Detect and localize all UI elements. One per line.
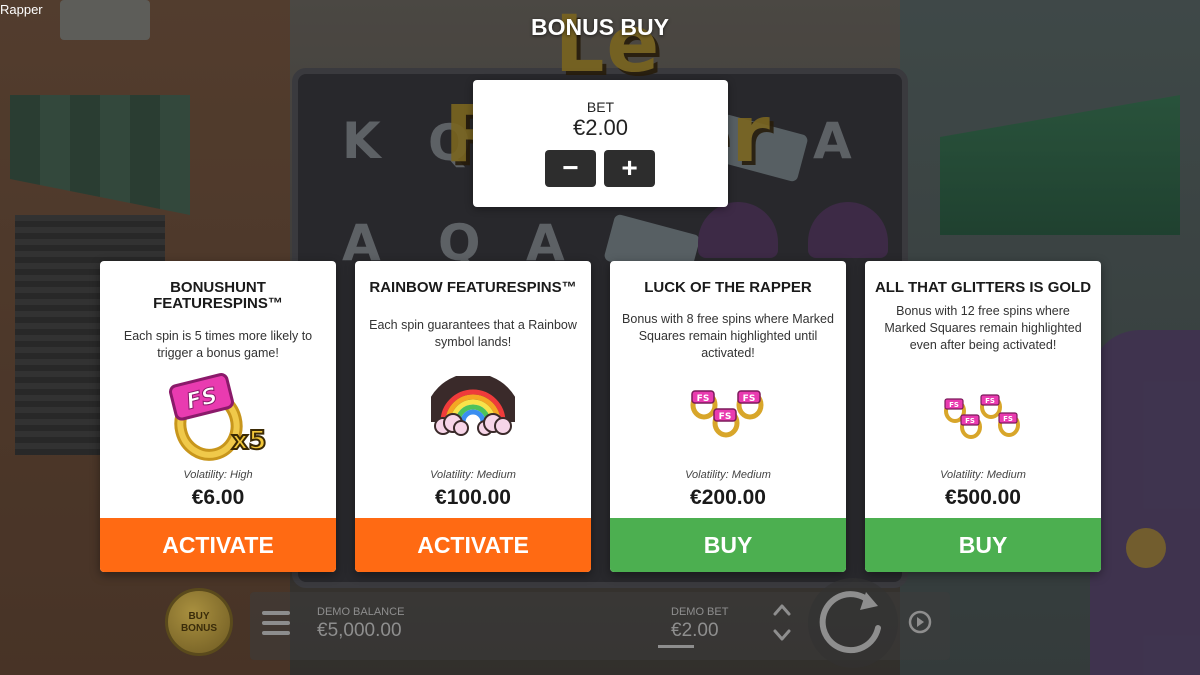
increase-bet-button[interactable]: + xyxy=(604,150,655,187)
bet-label: BET xyxy=(586,99,615,115)
activate-button[interactable]: ACTIVATE xyxy=(100,518,336,572)
balance-value: €5,000.00 xyxy=(317,620,402,641)
bet-up-arrow-icon[interactable] xyxy=(772,602,792,618)
demo-bet-value: €2.00 xyxy=(671,620,719,641)
buy-bonus-label: BUY xyxy=(188,611,210,622)
buy-bonus-label: BONUS xyxy=(180,623,218,634)
card-price: €500.00 xyxy=(945,486,1021,509)
rainbow-icon xyxy=(355,373,591,443)
balance-label: DEMO BALANCE xyxy=(317,606,405,618)
three-fs-rings-icon: FS FS FS xyxy=(610,381,846,445)
bet-panel: BET €2.00 − + xyxy=(473,80,728,207)
buy-button[interactable]: BUY xyxy=(865,518,1101,572)
decrease-bet-button[interactable]: − xyxy=(545,150,596,187)
four-fs-rings-icon: FS FS FS FS xyxy=(865,387,1101,447)
card-title: ALL THAT GLITTERS IS GOLD xyxy=(874,279,1092,296)
svg-text:FS: FS xyxy=(949,401,959,409)
card-description: Each spin guarantees that a Rainbow symb… xyxy=(369,318,577,349)
svg-text:FS: FS xyxy=(719,412,732,422)
svg-text:FS: FS xyxy=(985,397,995,405)
card-description: Each spin is 5 times more likely to trig… xyxy=(123,329,313,360)
menu-icon[interactable] xyxy=(262,611,290,635)
svg-text:FS: FS xyxy=(697,394,710,404)
demo-bet-label: DEMO BET xyxy=(671,606,729,618)
bet-underline xyxy=(658,645,694,648)
buy-bonus-button[interactable]: BUY BONUS xyxy=(165,588,233,656)
card-description: Bonus with 8 free spins where Marked Squ… xyxy=(622,312,834,360)
card-price: €6.00 xyxy=(191,486,245,509)
card-volatility: Volatility: Medium xyxy=(940,469,1026,481)
card-volatility: Volatility: Medium xyxy=(685,469,771,481)
fs-ring-icon: FS xyxy=(690,390,718,420)
spin-arrow-icon xyxy=(819,591,881,654)
multiplier-label: x5 xyxy=(232,426,267,456)
card-price: €100.00 xyxy=(435,486,511,509)
svg-text:FS: FS xyxy=(965,417,975,425)
autoplay-icon[interactable] xyxy=(907,609,933,635)
card-volatility: Volatility: High xyxy=(183,469,253,481)
svg-text:FS: FS xyxy=(743,394,756,404)
bonushunt-featurespins-card: BONUSHUNT FEATURESPINS™ Each spin is 5 t… xyxy=(100,261,336,572)
luck-of-the-rapper-card: LUCK OF THE RAPPER Bonus with 8 free spi… xyxy=(610,261,846,572)
buy-button[interactable]: BUY xyxy=(610,518,846,572)
spin-button[interactable] xyxy=(808,578,898,668)
bonus-buy-title: BONUS BUY xyxy=(530,14,669,40)
bet-down-arrow-icon[interactable] xyxy=(772,627,792,643)
svg-text:FS: FS xyxy=(1003,415,1013,423)
card-title: LUCK OF THE RAPPER xyxy=(644,279,812,296)
card-title: RAINBOW FEATURESPINS™ xyxy=(369,279,577,296)
all-that-glitters-card: ALL THAT GLITTERS IS GOLD Bonus with 12 … xyxy=(865,261,1101,572)
card-description: Bonus with 12 free spins where Marked Sq… xyxy=(884,304,1082,352)
fs-ring-x5-icon: FS x5 xyxy=(100,373,336,463)
card-volatility: Volatility: Medium xyxy=(430,469,516,481)
bet-value: €2.00 xyxy=(572,115,629,140)
card-title: BONUSHUNT FEATURESPINS™ xyxy=(153,279,283,312)
card-price: €200.00 xyxy=(690,486,766,509)
activate-button[interactable]: ACTIVATE xyxy=(355,518,591,572)
rainbow-featurespins-card: RAINBOW FEATURESPINS™ Each spin guarante… xyxy=(355,261,591,572)
